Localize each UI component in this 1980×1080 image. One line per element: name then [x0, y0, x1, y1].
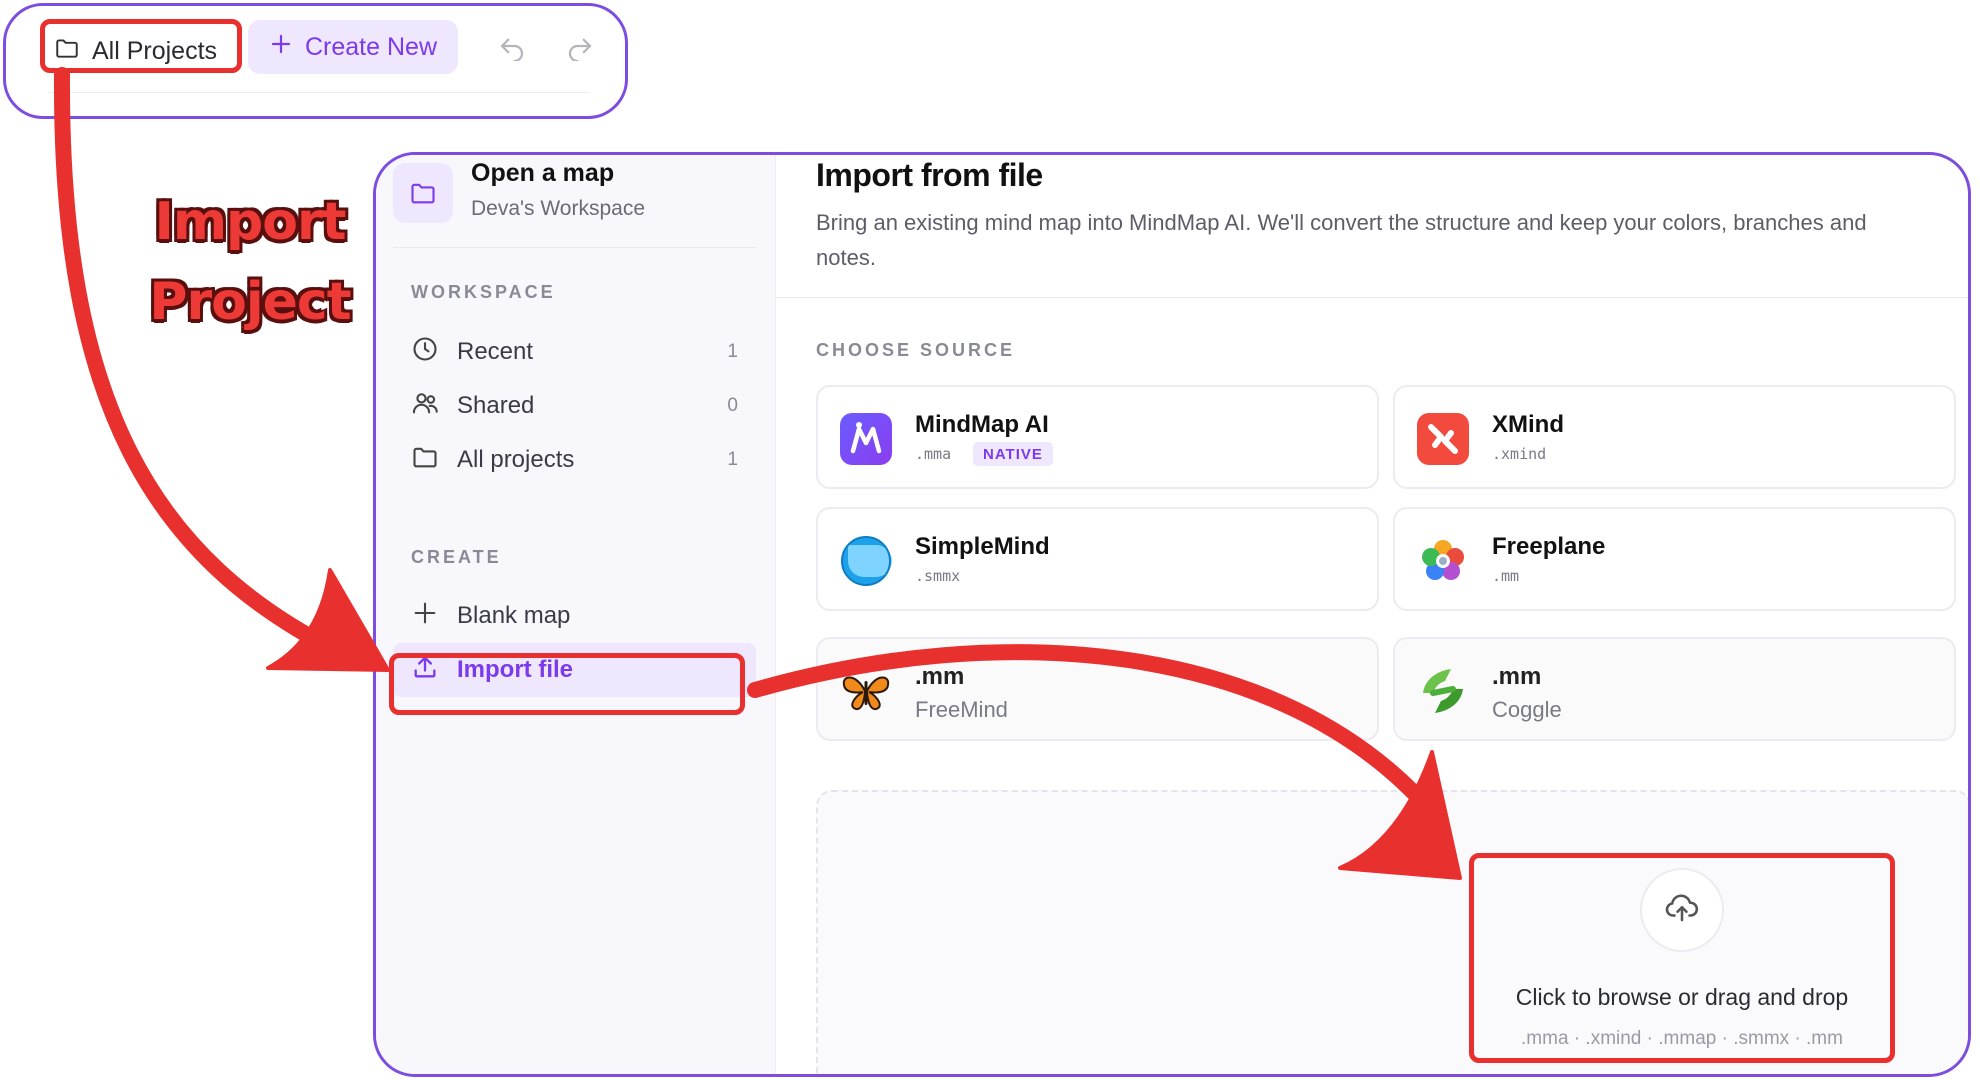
source-card-freeplane[interactable]: Freeplane .mm [1393, 507, 1956, 611]
plus-icon [411, 599, 439, 634]
sidebar-item-import-file[interactable]: Import file [393, 643, 756, 697]
folder-icon [54, 35, 80, 68]
source-card-coggle[interactable]: .mm Coggle [1393, 637, 1956, 741]
sidebar-item-label: Shared [457, 392, 535, 419]
sidebar-item-all-projects[interactable]: All projects 1 [393, 433, 756, 487]
source-name: MindMap AI [915, 411, 1049, 438]
create-new-button[interactable]: Create New [248, 20, 458, 74]
redo-icon [565, 31, 595, 66]
annotation-import-text: Import [154, 192, 347, 252]
arrow-toolbar-to-import [53, 67, 353, 663]
sidebar: Open a map Deva's Workspace WORKSPACE Re… [376, 155, 776, 1074]
choose-source-heading: CHOOSE SOURCE [816, 340, 1016, 360]
section-create-heading: CREATE [411, 547, 502, 567]
butterfly-icon [838, 663, 894, 719]
clock-icon [411, 335, 439, 370]
native-badge: NATIVE [973, 442, 1053, 466]
sidebar-item-count: 1 [727, 449, 738, 470]
toolbar-divider [48, 92, 588, 93]
content-divider [776, 297, 1968, 298]
section-workspace-heading: WORKSPACE [411, 282, 556, 302]
source-app-name: Coggle [1492, 697, 1562, 722]
all-projects-label: All Projects [92, 36, 218, 65]
main-content: Import from file Bring an existing mind … [776, 155, 1968, 1074]
dropzone-instruction: Click to browse or drag and drop [1515, 984, 1849, 1010]
sidebar-item-blank-map[interactable]: Blank map [393, 589, 756, 643]
source-extension: .smmx [915, 567, 961, 585]
workspace-folder-icon [393, 163, 453, 223]
users-icon [411, 389, 439, 424]
freeplane-logo-icon [1415, 533, 1471, 589]
source-card-simplemind[interactable]: SimpleMind .smmx [816, 507, 1379, 611]
sidebar-item-recent[interactable]: Recent 1 [393, 325, 756, 379]
simplemind-logo-icon [838, 533, 894, 589]
all-projects-button[interactable]: All Projects [48, 28, 234, 74]
sidebar-item-shared[interactable]: Shared 0 [393, 379, 756, 433]
sidebar-item-count: 1 [727, 341, 738, 362]
source-app-name: FreeMind [915, 697, 1008, 722]
upload-icon [411, 653, 439, 688]
source-name: .mm [915, 663, 965, 690]
coggle-logo-icon [1415, 663, 1471, 719]
folder-icon [411, 443, 439, 478]
import-dialog-window: Open a map Deva's Workspace WORKSPACE Re… [373, 152, 1971, 1077]
xmind-logo-icon [1415, 411, 1471, 467]
create-new-label: Create New [305, 32, 437, 61]
source-name: SimpleMind [915, 533, 1050, 560]
source-card-xmind[interactable]: XMind .xmind [1393, 385, 1956, 489]
sidebar-item-label: All projects [457, 446, 575, 473]
undo-button[interactable] [492, 28, 532, 68]
source-name: .mm [1492, 663, 1542, 690]
mindmap-ai-logo-icon [838, 411, 894, 467]
upload-cloud-button[interactable] [1640, 868, 1724, 952]
page-description: Bring an existing mind map into MindMap … [816, 210, 1867, 270]
source-extension: .mm [1492, 567, 1520, 585]
dropzone-formats: .mma · .xmind · .mmap · .smmx · .mm [1521, 1028, 1843, 1049]
plus-icon [269, 32, 293, 63]
annotation-project-text: Project [149, 272, 351, 332]
source-extension: .xmind [1492, 445, 1547, 463]
arrowhead-import [266, 568, 390, 672]
workspace-title: Open a map [471, 159, 615, 187]
source-card-freemind[interactable]: .mm FreeMind [816, 637, 1379, 741]
source-name: XMind [1492, 411, 1564, 438]
sidebar-item-label: Blank map [457, 602, 571, 629]
cloud-upload-icon [1664, 890, 1700, 931]
workspace-name: Deva's Workspace [471, 197, 646, 220]
page-title: Import from file [816, 157, 1043, 193]
sidebar-item-label: Import file [457, 656, 574, 683]
sidebar-item-label: Recent [457, 338, 534, 365]
source-extension: .mma [915, 445, 952, 463]
sidebar-item-count: 0 [727, 395, 738, 416]
source-card-mindmap-ai[interactable]: MindMap AI .mma NATIVE [816, 385, 1379, 489]
source-name: Freeplane [1492, 533, 1606, 560]
redo-button[interactable] [560, 28, 600, 68]
undo-icon [497, 31, 527, 66]
sidebar-divider [393, 247, 756, 248]
